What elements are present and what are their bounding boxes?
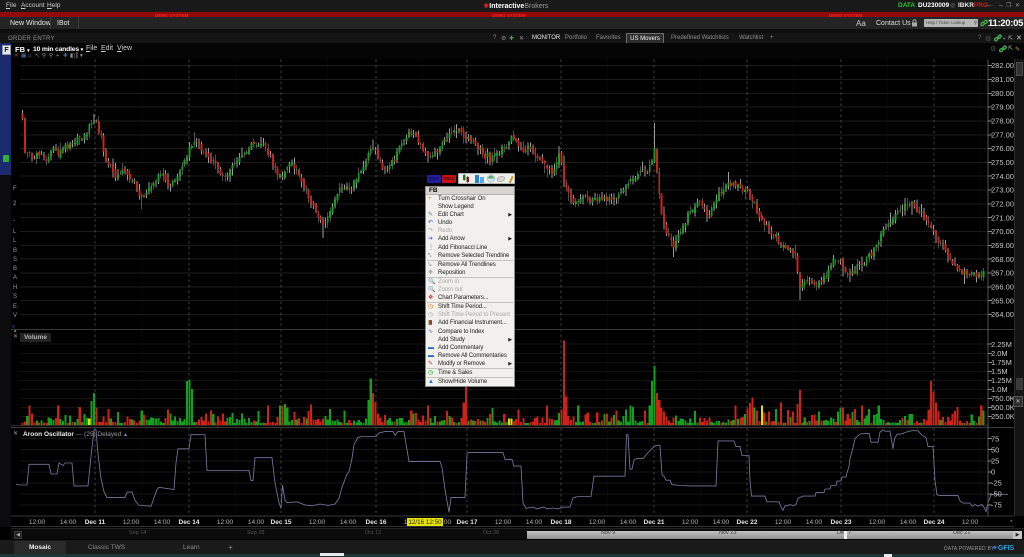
svg-text:-75: -75 [991, 501, 1002, 510]
svg-text:Dec 14: Dec 14 [179, 519, 200, 526]
svg-text:12:00: 12:00 [29, 519, 46, 526]
svg-text:277.00: 277.00 [991, 130, 1014, 139]
svg-text:Dec 16: Dec 16 [366, 519, 387, 526]
svg-text:Dec 24: Dec 24 [924, 519, 945, 526]
svg-text:276.00: 276.00 [991, 144, 1014, 153]
svg-text:-50: -50 [991, 490, 1002, 499]
svg-text:14:00: 14:00 [900, 519, 917, 526]
svg-text:12:00: 12:00 [123, 519, 140, 526]
svg-text:12:00: 12:00 [869, 519, 886, 526]
svg-text:270.00: 270.00 [991, 227, 1014, 236]
svg-text:12:00: 12:00 [309, 519, 326, 526]
svg-text:-25: -25 [991, 478, 1002, 487]
svg-text:267.00: 267.00 [991, 269, 1014, 278]
svg-text:14:00: 14:00 [154, 519, 171, 526]
svg-text:14:00: 14:00 [340, 519, 357, 526]
svg-text:750.0K: 750.0K [991, 394, 1015, 403]
svg-text:Dec 22: Dec 22 [737, 519, 758, 526]
svg-text:280.00: 280.00 [991, 89, 1014, 98]
svg-text:272.00: 272.00 [991, 200, 1014, 209]
svg-text:Dec 18: Dec 18 [551, 519, 572, 526]
svg-text:14:00: 14:00 [806, 519, 823, 526]
svg-text:14:00: 14:00 [248, 519, 265, 526]
svg-text:2.25M: 2.25M [991, 340, 1012, 349]
svg-text:14:00: 14:00 [60, 519, 77, 526]
svg-text:264.00: 264.00 [991, 310, 1014, 319]
svg-text:1.5M: 1.5M [991, 367, 1008, 376]
svg-text:275.00: 275.00 [991, 158, 1014, 167]
svg-text:278.00: 278.00 [991, 117, 1014, 126]
svg-text:12:00: 12:00 [775, 519, 792, 526]
svg-text:1.75M: 1.75M [991, 358, 1012, 367]
svg-text:12:00: 12:00 [589, 519, 606, 526]
svg-text:1.25M: 1.25M [991, 376, 1012, 385]
svg-text:279.00: 279.00 [991, 103, 1014, 112]
svg-text:Dec 11: Dec 11 [85, 519, 106, 526]
svg-text:Dec 23: Dec 23 [831, 519, 852, 526]
svg-text:265.00: 265.00 [991, 296, 1014, 305]
svg-text:500.0K: 500.0K [991, 403, 1015, 412]
svg-text:281.00: 281.00 [991, 75, 1014, 84]
svg-text:12:00: 12:00 [962, 519, 979, 526]
svg-text:75: 75 [991, 434, 999, 443]
svg-text:50: 50 [991, 445, 999, 454]
svg-text:269.00: 269.00 [991, 241, 1014, 250]
svg-text:274.00: 274.00 [991, 172, 1014, 181]
svg-text:Dec 15: Dec 15 [271, 519, 292, 526]
svg-text:268.00: 268.00 [991, 255, 1014, 264]
svg-text:Dec 17: Dec 17 [457, 519, 478, 526]
svg-text:271.00: 271.00 [991, 213, 1014, 222]
svg-text:14:00: 14:00 [526, 519, 543, 526]
svg-text:14:00: 14:00 [620, 519, 637, 526]
svg-text:266.00: 266.00 [991, 283, 1014, 292]
svg-text:2.0M: 2.0M [991, 349, 1008, 358]
svg-text:12:00: 12:00 [495, 519, 512, 526]
svg-text:282.00: 282.00 [991, 61, 1014, 70]
svg-text:12:00: 12:00 [682, 519, 699, 526]
svg-text:250.0K: 250.0K [991, 412, 1015, 421]
svg-text:Dec 21: Dec 21 [644, 519, 665, 526]
svg-text:1.0M: 1.0M [991, 385, 1008, 394]
svg-text:12/16 12:50: 12/16 12:50 [408, 519, 442, 526]
svg-text:14:00: 14:00 [713, 519, 730, 526]
svg-text:25: 25 [991, 456, 999, 465]
svg-text:12:00: 12:00 [217, 519, 234, 526]
svg-text:0: 0 [991, 467, 995, 476]
svg-text:273.00: 273.00 [991, 186, 1014, 195]
